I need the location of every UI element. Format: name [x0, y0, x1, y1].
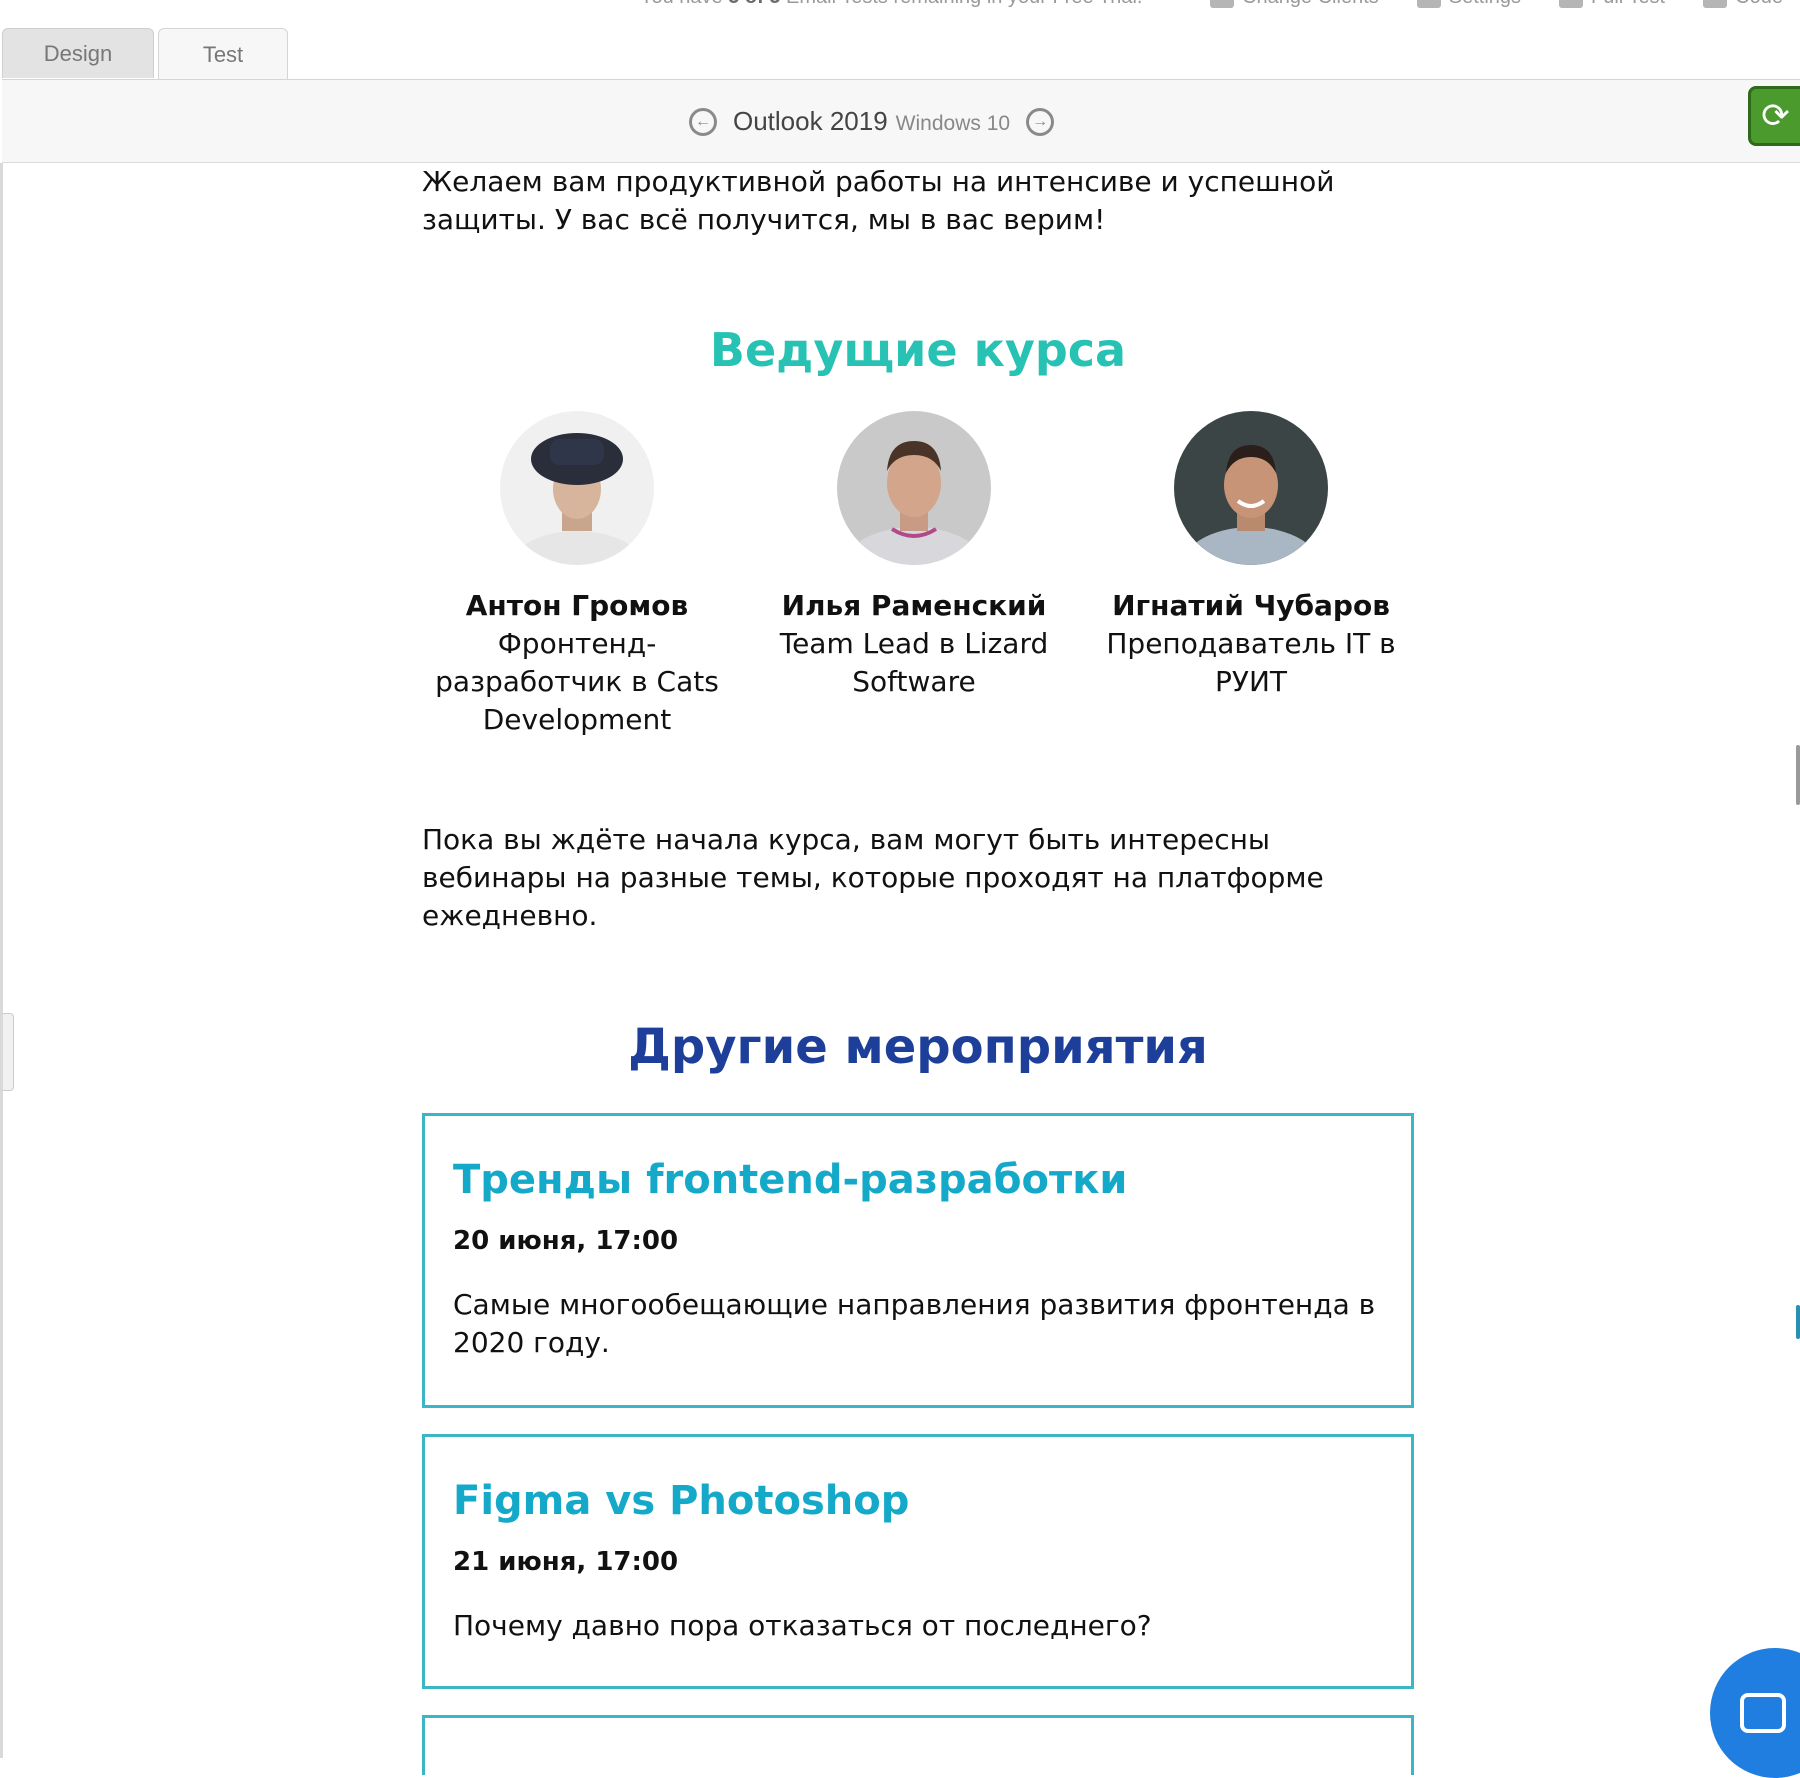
top-actions: Change Clients Settings Full Test Code: [1210, 0, 1783, 9]
full-test-label: Full Test: [1591, 0, 1665, 9]
client-name: Outlook 2019: [733, 106, 888, 136]
refresh-button[interactable]: ⟳: [1748, 86, 1800, 146]
host-card: Игнатий Чубаров Преподаватель IT в РУИТ: [1106, 411, 1396, 739]
scrollbar-thumb[interactable]: [1796, 745, 1800, 805]
scroll-marker: [1796, 1305, 1800, 1339]
chat-bubble-icon: [1740, 1693, 1786, 1733]
hosts-list: Антон Громов Фронтенд-разработчик в Cats…: [432, 411, 1396, 739]
wrench-icon: [1703, 0, 1728, 8]
host-name: Антон Громов: [465, 589, 689, 622]
event-date: 20 июня, 17:00: [453, 1226, 679, 1256]
intro-paragraph: Желаем вам продуктивной работы на интенс…: [422, 165, 1335, 236]
event-title[interactable]: Figma vs Photoshop: [453, 1477, 1383, 1525]
host-name: Игнатий Чубаров: [1112, 589, 1390, 622]
hosts-heading: Ведущие курса: [709, 323, 1127, 377]
host-card: Илья Раменский Team Lead в Lizard Softwa…: [769, 411, 1059, 739]
host-role: Преподаватель IT в РУИТ: [1106, 627, 1396, 698]
event-description: Почему давно пора отказаться от последне…: [453, 1609, 1152, 1642]
tab-test[interactable]: Test: [158, 28, 288, 80]
refresh-icon: ⟳: [1761, 96, 1790, 136]
event-description: Самые многообещающие направления развити…: [453, 1288, 1376, 1359]
tab-design[interactable]: Design: [2, 28, 154, 78]
arrow-right-circle-icon[interactable]: →: [1026, 107, 1055, 136]
waiting-paragraph: Пока вы ждёте начала курса, вам могут бы…: [422, 823, 1324, 932]
event-card[interactable]: Тренды frontend-разработки 20 июня, 17:0…: [422, 1113, 1414, 1408]
trial-notice-count: 5 of 5: [728, 0, 780, 8]
event-card[interactable]: [422, 1715, 1414, 1775]
code-button[interactable]: Code: [1703, 0, 1783, 9]
client-os: Windows 10: [895, 112, 1011, 135]
tab-bar: Design Test: [2, 28, 292, 80]
event-title[interactable]: Тренды frontend-разработки: [453, 1156, 1383, 1204]
settings-label: Settings: [1449, 0, 1521, 9]
code-label: Code: [1735, 0, 1783, 9]
change-clients-button[interactable]: Change Clients: [1210, 0, 1379, 9]
host-card: Антон Громов Фронтенд-разработчик в Cats…: [432, 411, 722, 739]
client-switcher: ← Outlook 2019 Windows 10 →: [689, 106, 1055, 137]
trial-notice: You have 5 of 5 Email Tests remaining in…: [640, 0, 1142, 9]
client-bar: ← Outlook 2019 Windows 10 → ⟳: [2, 79, 1800, 163]
envelope-icon: [1210, 0, 1234, 8]
trial-notice-prefix: You have: [640, 0, 728, 8]
settings-button[interactable]: Settings: [1416, 0, 1521, 9]
host-name: Илья Раменский: [781, 589, 1047, 622]
trial-notice-suffix: Email Tests remaining in your Free Trial…: [780, 0, 1142, 8]
host-role: Team Lead в Lizard Software: [779, 627, 1049, 698]
event-date: 21 июня, 17:00: [453, 1547, 679, 1577]
client-label: Outlook 2019 Windows 10: [733, 106, 1010, 137]
envelope-icon: [1559, 0, 1584, 8]
gear-icon: [1416, 0, 1441, 8]
avatar: [837, 411, 991, 565]
avatar: [500, 411, 654, 565]
resize-handle[interactable]: [3, 1013, 14, 1091]
avatar: [1174, 411, 1328, 565]
arrow-left-circle-icon[interactable]: ←: [689, 107, 717, 136]
host-role: Фронтенд-разработчик в Cats Development: [435, 627, 719, 736]
events-heading: Другие мероприятия: [628, 1019, 1208, 1075]
full-test-button[interactable]: Full Test: [1559, 0, 1665, 9]
email-content: Желаем вам продуктивной работы на интенс…: [422, 163, 1414, 1775]
event-card[interactable]: Figma vs Photoshop 21 июня, 17:00 Почему…: [422, 1434, 1414, 1689]
change-clients-label: Change Clients: [1242, 0, 1379, 9]
